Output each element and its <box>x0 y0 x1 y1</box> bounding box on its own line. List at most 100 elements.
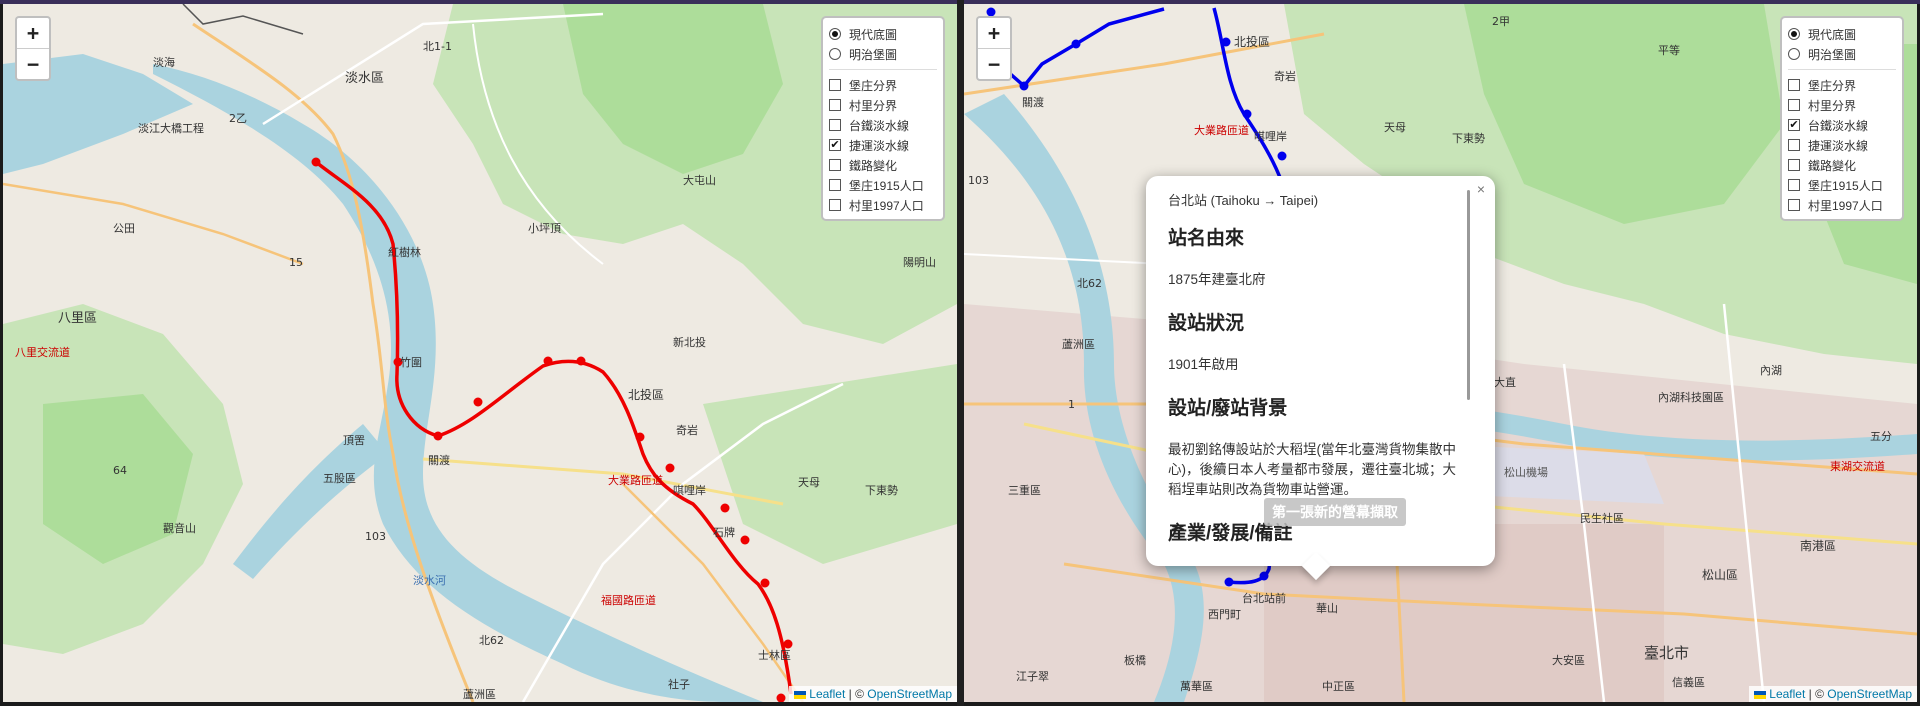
map-label: 北投區 <box>1234 34 1270 49</box>
zoom-in-button[interactable]: + <box>17 18 49 48</box>
map-label: 蘆洲區 <box>463 687 496 701</box>
map-label: 北投區 <box>628 387 664 402</box>
map-label: 華山 <box>1316 602 1338 615</box>
base-layer-option[interactable]: 明治堡圖 <box>829 44 937 64</box>
map-label: 天母 <box>798 476 820 489</box>
map-label: 下東勢 <box>1452 131 1485 145</box>
map-label: 福國路匝道 <box>601 593 656 607</box>
overlay-option[interactable]: 堡庄1915人口 <box>1788 175 1896 195</box>
overlay-option[interactable]: 村里分界 <box>1788 95 1896 115</box>
zoom-in-button[interactable]: + <box>978 18 1010 48</box>
osm-link[interactable]: OpenStreetMap <box>867 687 952 701</box>
map-label: 社子 <box>668 677 690 691</box>
radio-button[interactable] <box>829 28 841 40</box>
screenshot-tooltip: 第一張新的營幕擷取 <box>1264 498 1406 526</box>
map-label: 北62 <box>1077 277 1102 290</box>
map-label: 士林區 <box>758 648 791 662</box>
map-label: 石牌 <box>713 525 735 539</box>
right-zoom-control: + − <box>976 16 1012 81</box>
map-label: 松山機場 <box>1504 465 1548 479</box>
checkbox[interactable] <box>1788 99 1800 111</box>
base-layer-option[interactable]: 明治堡圖 <box>1788 44 1896 64</box>
map-label: 江子翠 <box>1016 670 1049 683</box>
checkbox[interactable] <box>829 119 841 131</box>
pane-divider <box>957 0 964 706</box>
overlay-option[interactable]: 捷運淡水線 <box>1788 135 1896 155</box>
overlay-option[interactable]: 村里1997人口 <box>829 195 937 215</box>
map-label: 64 <box>113 464 127 477</box>
attribution: Leaflet | © OpenStreetMap <box>789 686 957 702</box>
checkbox[interactable] <box>1788 199 1800 211</box>
map-label: 關渡 <box>428 453 450 467</box>
popup-text-background: 最初劉銘傳設站於大稻埕(當年北臺灣貨物集散中心)，後續日本人考量都市發展，遷往臺… <box>1168 442 1456 497</box>
leaflet-link[interactable]: Leaflet <box>809 687 845 701</box>
radio-button[interactable] <box>1788 28 1800 40</box>
checkbox-checked[interactable]: ✔ <box>829 139 841 151</box>
map-label: 五分 <box>1870 430 1892 443</box>
overlay-option[interactable]: 村里1997人口 <box>1788 195 1896 215</box>
checkbox[interactable] <box>829 179 841 191</box>
map-label: 平等 <box>1658 43 1680 57</box>
checkbox-checked[interactable]: ✔ <box>1788 119 1800 131</box>
map-label: 頂罟 <box>343 434 365 447</box>
popup-station-name: 台北站 (Taihoku → Taipei) <box>1168 193 1319 208</box>
zoom-out-button[interactable]: − <box>17 48 49 79</box>
map-label: 天母 <box>1384 121 1406 134</box>
map-label: 蘆洲區 <box>1062 337 1095 351</box>
overlay-option[interactable]: 堡庄1915人口 <box>829 175 937 195</box>
popup-heading-status: 設站狀況 <box>1168 313 1245 334</box>
checkbox[interactable] <box>829 159 841 171</box>
map-label: 北62 <box>479 634 504 647</box>
map-label: 淡水區 <box>345 71 384 86</box>
map-label: 唭哩岸 <box>1254 130 1287 143</box>
radio-button[interactable] <box>829 48 841 60</box>
osm-link[interactable]: OpenStreetMap <box>1827 687 1912 701</box>
popup-close-button[interactable]: × <box>1477 181 1485 197</box>
separator <box>829 69 937 70</box>
left-map-pane[interactable]: 淡海 淡水區 淡江大橋工程 八里區 八里交流道 公田 紅樹林 竹圍 關渡 北投區… <box>3 4 957 702</box>
overlay-option[interactable]: 鐵路變化 <box>1788 155 1896 175</box>
overlay-option[interactable]: 村里分界 <box>829 95 937 115</box>
radio-button[interactable] <box>1788 48 1800 60</box>
popup-heading-background: 設站/廢站背景 <box>1168 398 1288 419</box>
map-label: 大安區 <box>1552 653 1585 667</box>
zoom-out-button[interactable]: − <box>978 48 1010 79</box>
map-label: 奇岩 <box>676 423 698 437</box>
map-label: 五股區 <box>323 472 356 485</box>
base-layer-option[interactable]: 現代底圖 <box>1788 24 1896 44</box>
checkbox[interactable] <box>829 79 841 91</box>
right-layer-control: 現代底圖 明治堡圖 堡庄分界 村里分界 ✔ 台鐵淡水線 捷運淡水線 鐵路變化 堡庄… <box>1780 16 1904 221</box>
overlay-option[interactable]: 堡庄分界 <box>1788 75 1896 95</box>
checkbox[interactable] <box>1788 139 1800 151</box>
left-map-tiles[interactable]: 淡海 淡水區 淡江大橋工程 八里區 八里交流道 公田 紅樹林 竹圍 關渡 北投區… <box>3 4 957 702</box>
map-label: 下東勢 <box>865 483 898 497</box>
map-label: 103 <box>968 174 989 187</box>
map-label: 陽明山 <box>903 256 936 269</box>
checkbox[interactable] <box>829 99 841 111</box>
overlay-option[interactable]: 台鐵淡水線 <box>829 115 937 135</box>
map-label: 三重區 <box>1008 483 1041 497</box>
map-label: 新北投 <box>673 335 706 349</box>
map-label: 1 <box>1068 398 1075 411</box>
map-label: 東湖交流道 <box>1830 459 1885 473</box>
checkbox[interactable] <box>1788 159 1800 171</box>
popup-scrollbar[interactable] <box>1467 190 1470 400</box>
map-label: 觀音山 <box>163 521 196 535</box>
map-label: 2乙 <box>229 112 247 125</box>
map-label: 關渡 <box>1022 95 1044 109</box>
map-label: 西門町 <box>1208 608 1241 621</box>
map-label: 淡海 <box>153 55 175 69</box>
overlay-option[interactable]: ✔ 捷運淡水線 <box>829 135 937 155</box>
checkbox[interactable] <box>1788 179 1800 191</box>
overlay-option[interactable]: 鐵路變化 <box>829 155 937 175</box>
overlay-option[interactable]: 堡庄分界 <box>829 75 937 95</box>
leaflet-link[interactable]: Leaflet <box>1769 687 1805 701</box>
overlay-option[interactable]: ✔ 台鐵淡水線 <box>1788 115 1896 135</box>
checkbox[interactable] <box>1788 79 1800 91</box>
base-layer-option[interactable]: 現代底圖 <box>829 24 937 44</box>
map-label: 103 <box>365 530 386 543</box>
right-map-pane[interactable]: 北投區 關渡 奇岩 天母 唭哩岸 下東勢 平等 大直 內湖 內湖科技園區 五分 … <box>964 4 1917 702</box>
map-label: 紅樹林 <box>388 245 421 259</box>
checkbox[interactable] <box>829 199 841 211</box>
popup-text-status: 1901年啟用 <box>1168 357 1239 372</box>
